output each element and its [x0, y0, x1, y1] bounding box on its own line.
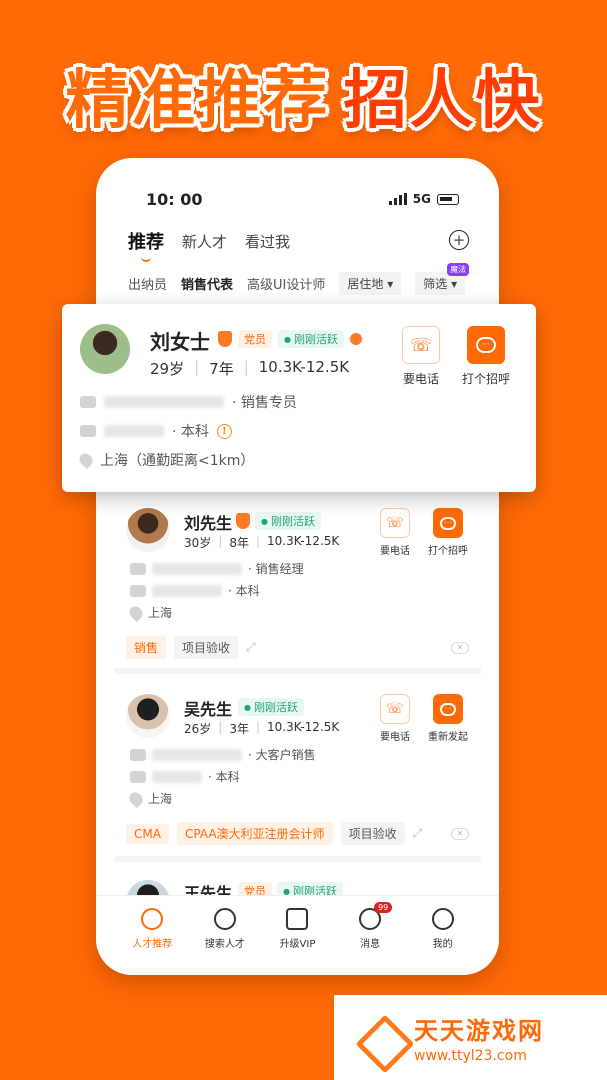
phone-screen: 10: 00 5G 推荐 新人才 看过我 + 出纳员 销售代表 高级UI设计师 …: [96, 158, 499, 975]
filter-ui-designer[interactable]: 高级UI设计师: [247, 274, 325, 293]
phone-icon: ☏: [380, 508, 410, 538]
nav-search-talent[interactable]: 搜索人才: [195, 908, 255, 975]
add-icon[interactable]: +: [449, 230, 469, 250]
nav-messages[interactable]: 99 消息: [340, 902, 400, 975]
featured-candidate-card[interactable]: 刘女士 党员 刚刚活跃 29岁| 7年| 10.3K-12.5K · 销售专员 …: [62, 304, 536, 492]
user-icon: [431, 908, 454, 930]
watermark-title: 天天游戏网: [414, 1017, 544, 1045]
tab-recommend[interactable]: 推荐: [128, 228, 164, 262]
company-icon: [130, 748, 146, 761]
nav-mine[interactable]: 我的: [413, 908, 473, 975]
location-icon: [76, 450, 96, 470]
compass-icon: [141, 908, 164, 930]
expand-icon[interactable]: ⤢: [246, 640, 256, 655]
watermark-url: www.ttyl23.com: [414, 1048, 527, 1064]
medal-icon: [349, 333, 362, 345]
battery-icon: [437, 193, 459, 205]
signal-icon: [388, 193, 407, 205]
edu-line: · 本科!: [80, 421, 232, 441]
education-icon: [130, 584, 146, 597]
candidate-meta: 30岁 | 8年 | 10.3K-12.5K: [184, 534, 340, 550]
candidate-name: 吴先生: [184, 700, 233, 719]
divider: [114, 856, 481, 862]
top-tabs: 推荐 新人才 看过我 +: [128, 226, 469, 262]
shield-icon: [218, 331, 232, 347]
candidate-name: 刘先生: [184, 514, 233, 533]
active-badge: 刚刚活跃: [278, 330, 344, 348]
location-icon: [126, 789, 146, 808]
skill-tags: CMA CPAA澳大利亚注册会计师 项目验收 ⤢ ✕: [126, 822, 469, 845]
status-time: 10: 00: [146, 189, 203, 209]
new-badge: 魔法: [447, 262, 470, 276]
warning-icon: !: [216, 423, 232, 439]
party-badge: 党员: [238, 330, 272, 348]
tab-viewed-me[interactable]: 看过我: [245, 231, 290, 252]
filter-bar: 出纳员 销售代表 高级UI设计师 居住地 ▾ 筛选 ▾ 魔法: [128, 262, 475, 296]
greet-action[interactable]: ··· 打个招呼: [462, 326, 510, 387]
phone-icon: ☏: [402, 326, 440, 364]
residence-filter[interactable]: 居住地 ▾: [339, 271, 402, 295]
location-line: 上海（通勤距离<1km）: [76, 450, 254, 470]
expand-icon[interactable]: ⤢: [413, 826, 423, 841]
screen-filter[interactable]: 筛选 ▾ 魔法: [415, 262, 470, 295]
status-bar: 10: 00 5G: [146, 188, 459, 210]
nav-upgrade-vip[interactable]: 升级VIP: [267, 908, 327, 975]
job-line: · 销售专员: [80, 392, 297, 412]
candidate-meta: 26岁 | 3年 | 10.3K-12.5K: [184, 720, 340, 736]
network-label: 5G: [412, 192, 431, 206]
greet-action[interactable]: ··· 打个招呼: [428, 508, 468, 557]
call-action[interactable]: ☏ 要电话: [380, 694, 410, 743]
candidate-meta: 29岁 | 7年 | 10.3K-12.5K: [150, 358, 350, 378]
avatar: [126, 694, 170, 738]
promo-headline: 精准推荐 招人快: [0, 40, 607, 150]
shield-icon: [236, 513, 250, 529]
avatar: [80, 324, 130, 374]
edu-line: · 本科: [130, 768, 240, 785]
education-icon: [80, 425, 96, 437]
headline-part2: 招人快: [343, 64, 542, 138]
call-action[interactable]: ☏ 要电话: [380, 508, 410, 557]
candidate-name: 刘女士: [150, 330, 210, 354]
candidate-card[interactable]: 吴先生 刚刚活跃 26岁| 3年| 10.3K-12.5K · 大客户销售 · …: [114, 690, 481, 850]
bottom-nav: 人才推荐 搜索人才 升级VIP 99 消息 我的: [96, 895, 499, 975]
call-action[interactable]: ☏ 要电话: [402, 326, 440, 387]
crown-icon: [286, 908, 309, 930]
tab-new-talent[interactable]: 新人才: [182, 231, 227, 252]
job-line: · 销售经理: [130, 560, 304, 577]
filter-cashier[interactable]: 出纳员: [128, 274, 167, 293]
education-icon: [130, 770, 146, 783]
chat-icon: ···: [467, 326, 505, 364]
greet-action[interactable]: ··· 重新发起: [428, 694, 468, 743]
site-logo-icon: [354, 1013, 404, 1063]
dismiss-icon[interactable]: ✕: [451, 827, 469, 840]
active-badge: 刚刚活跃: [255, 512, 321, 530]
divider: [114, 668, 481, 674]
location-line: 上海: [126, 789, 172, 808]
location-line: 上海: [126, 603, 172, 622]
phone-icon: ☏: [380, 694, 410, 724]
unread-badge: 99: [374, 902, 393, 913]
company-icon: [130, 562, 146, 575]
search-icon: [213, 908, 236, 930]
nav-talent-recommend[interactable]: 人才推荐: [122, 908, 182, 975]
job-line: · 大客户销售: [130, 746, 316, 763]
company-icon: [80, 396, 96, 408]
watermark: 天天游戏网 www.ttyl23.com: [334, 995, 607, 1080]
dismiss-icon[interactable]: ✕: [451, 641, 469, 654]
filter-sales-rep[interactable]: 销售代表: [181, 274, 233, 293]
edu-line: · 本科: [130, 582, 260, 599]
skill-tags: 销售 项目验收 ⤢ ✕: [126, 636, 469, 659]
chat-icon: ···: [433, 508, 463, 538]
avatar: [126, 508, 170, 552]
candidate-card[interactable]: 刘先生 刚刚活跃 30岁| 8年| 10.3K-12.5K · 销售经理 · 本…: [114, 502, 481, 662]
chat-icon: ···: [433, 694, 463, 724]
headline-part1: 精准推荐: [65, 64, 330, 138]
active-badge: 刚刚活跃: [238, 698, 304, 716]
location-icon: [126, 603, 146, 622]
